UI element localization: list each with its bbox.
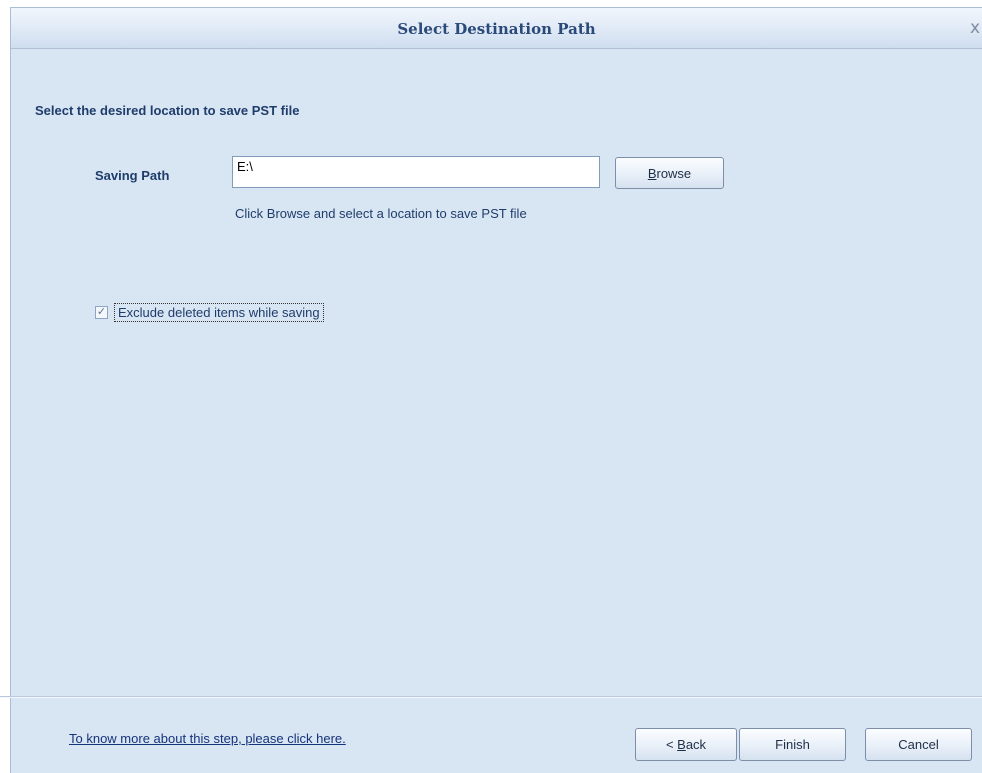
browse-button[interactable]: Browse bbox=[615, 157, 724, 189]
back-prefix: < bbox=[665, 737, 678, 752]
footer-divider bbox=[0, 696, 982, 698]
dialog-title: Select Destination Path bbox=[397, 20, 596, 38]
back-button[interactable]: < Back bbox=[635, 728, 737, 761]
back-label-rest: ack bbox=[685, 737, 707, 752]
title-bar: Select Destination Path x bbox=[11, 8, 982, 49]
close-icon[interactable]: x bbox=[970, 18, 980, 38]
browse-accel-key: B bbox=[647, 165, 657, 181]
help-link[interactable]: To know more about this step, please cli… bbox=[69, 731, 346, 746]
saving-path-label: Saving Path bbox=[95, 168, 170, 183]
back-accel-key: B bbox=[677, 737, 686, 752]
dialog-window: Select Destination Path x bbox=[10, 7, 982, 773]
saving-path-hint: Click Browse and select a location to sa… bbox=[235, 206, 527, 221]
exclude-deleted-checkbox[interactable]: ✓ bbox=[95, 306, 108, 319]
section-heading: Select the desired location to save PST … bbox=[35, 103, 300, 118]
finish-button[interactable]: Finish bbox=[739, 728, 846, 761]
cancel-button[interactable]: Cancel bbox=[865, 728, 972, 761]
exclude-deleted-label[interactable]: Exclude deleted items while saving bbox=[114, 303, 324, 322]
saving-path-input[interactable] bbox=[232, 156, 600, 188]
browse-label-rest: rowse bbox=[656, 165, 692, 181]
